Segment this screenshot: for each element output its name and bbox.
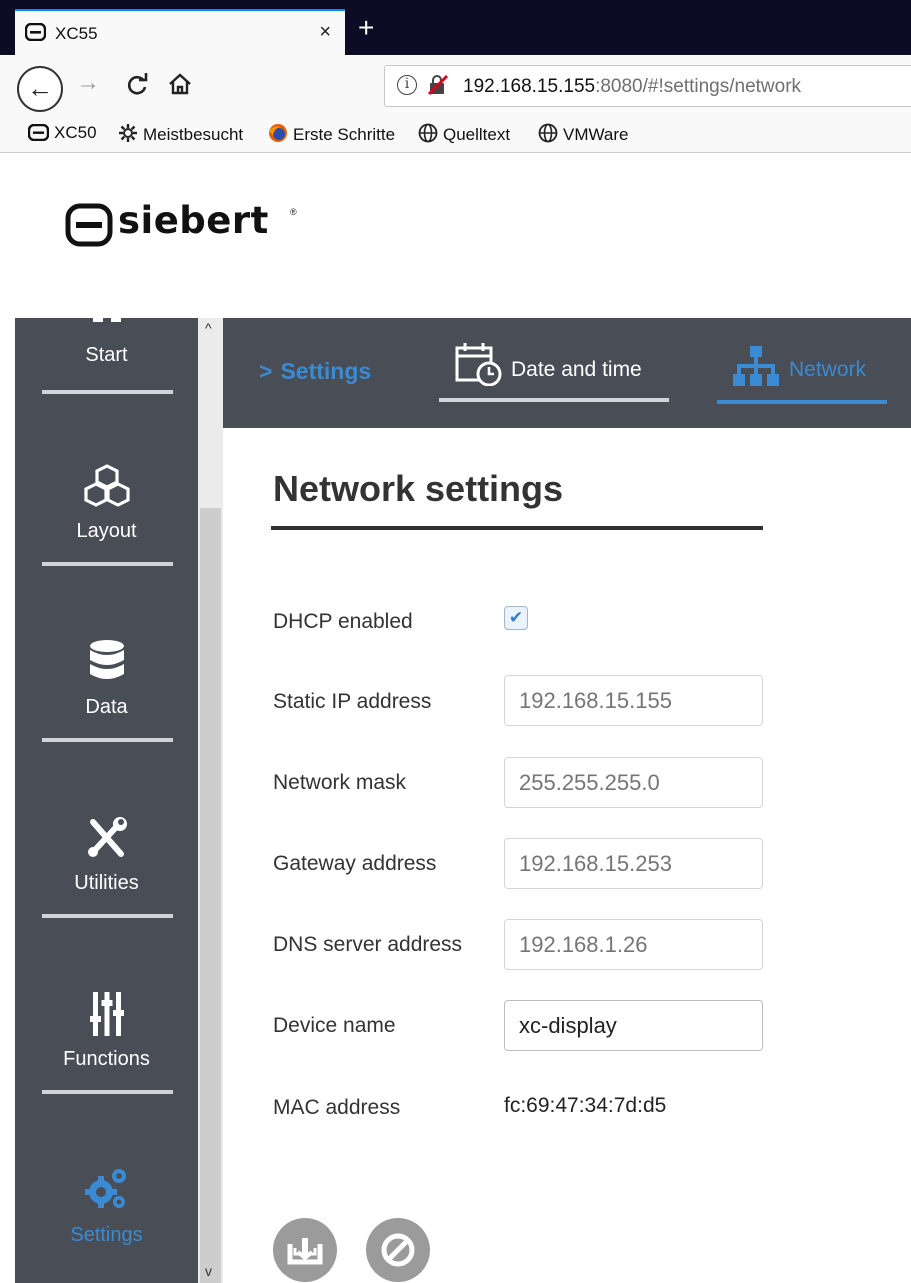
sidebar: Start Layout Data Utilities Functions Se… — [15, 318, 198, 1283]
sidebar-item-utilities[interactable]: Utilities — [15, 804, 198, 980]
tab-title: XC55 — [55, 24, 98, 43]
new-tab-button[interactable]: + — [358, 14, 374, 42]
logo-text: siebert — [118, 199, 269, 242]
tab-label: Date and time — [511, 358, 642, 381]
siebert-logo-icon — [65, 203, 113, 247]
bookmark-erste-schritte[interactable]: Erste Schritte — [268, 123, 395, 145]
siebert-favicon-icon — [25, 23, 46, 41]
sidebar-item-label: Utilities — [74, 872, 139, 894]
chevron-right-icon: > — [259, 358, 273, 384]
sidebar-item-label: Start — [85, 344, 128, 366]
browser-tab[interactable]: XC55 × — [15, 9, 345, 55]
back-button[interactable]: ← — [17, 66, 63, 112]
sidebar-item-settings[interactable]: Settings — [15, 1156, 198, 1283]
siebert-logo[interactable]: siebert ® — [65, 199, 297, 252]
breadcrumb-settings[interactable]: > Settings — [259, 358, 371, 385]
scroll-up-arrow[interactable]: ^ — [205, 320, 212, 336]
sidebar-item-label: Data — [85, 696, 128, 718]
page-title: Network settings — [273, 468, 564, 509]
mac-address-label: MAC address — [273, 1096, 401, 1119]
device-name-field[interactable] — [504, 1000, 763, 1051]
network-mask-field[interactable] — [504, 757, 763, 808]
bookmark-label: Quelltext — [443, 125, 511, 144]
sidebar-item-label: Layout — [76, 520, 137, 542]
sidebar-item-label: Functions — [63, 1048, 150, 1070]
sidebar-divider — [42, 562, 173, 566]
siebert-favicon-icon — [28, 124, 49, 141]
title-underline — [271, 526, 763, 530]
bookmark-label: Meistbesucht — [143, 125, 244, 144]
scroll-down-arrow[interactable]: v — [205, 1263, 212, 1279]
tools-icon — [88, 817, 127, 857]
sidebar-item-data[interactable]: Data — [15, 628, 198, 804]
dhcp-label: DHCP enabled — [273, 610, 413, 633]
gears-icon — [85, 1169, 126, 1208]
bookmark-label: Erste Schritte — [293, 125, 396, 144]
info-icon[interactable]: i — [397, 75, 417, 95]
tab-label: Network — [789, 358, 867, 381]
mac-address-value: fc:69:47:34:7d:d5 — [504, 1094, 667, 1117]
save-icon — [287, 1238, 323, 1265]
tab-date-and-time[interactable]: Date and time — [439, 342, 669, 422]
ban-icon — [381, 1233, 415, 1267]
sidebar-divider — [42, 390, 173, 394]
sidebar-divider — [42, 914, 173, 918]
static-ip-field[interactable] — [504, 675, 763, 726]
breadcrumb-label: Settings — [280, 358, 372, 384]
sidebar-scrollbar[interactable]: ^ v — [198, 318, 223, 1283]
reload-icon[interactable] — [125, 73, 149, 97]
browser-tab-bar: XC55 × + — [0, 0, 911, 55]
bookmark-label: VMWare — [563, 125, 629, 144]
bookmark-quelltext[interactable]: Quelltext — [418, 123, 510, 145]
gear-icon — [119, 124, 137, 142]
bookmarks-bar: XC50 Meistbesucht Erste Schritte Quellte… — [0, 117, 911, 153]
cancel-button[interactable] — [366, 1218, 430, 1282]
sliders-icon — [90, 992, 124, 1036]
globe-icon — [418, 123, 438, 143]
network-settings-panel: Network settings DHCP enabled ✔ Static I… — [223, 428, 911, 1283]
settings-top-nav: > Settings Date and time Network — [223, 318, 911, 428]
page-header: siebert ® — [15, 153, 911, 318]
save-button[interactable] — [273, 1218, 337, 1282]
bookmark-meistbesucht[interactable]: Meistbesucht — [118, 123, 243, 145]
sidebar-item-start[interactable]: Start — [15, 318, 198, 406]
bookmark-label: XC50 — [54, 123, 97, 142]
tab-close-button[interactable]: × — [319, 21, 331, 44]
network-mask-label: Network mask — [273, 771, 407, 794]
tab-underline-active — [717, 400, 887, 404]
tab-underline — [439, 398, 669, 402]
sidebar-divider — [42, 738, 173, 742]
sidebar-item-functions[interactable]: Functions — [15, 980, 198, 1156]
dhcp-checkbox[interactable]: ✔ — [504, 606, 528, 630]
sidebar-divider — [42, 1090, 173, 1094]
url-host: 192.168.15.155 — [463, 76, 596, 97]
scrollbar-thumb[interactable] — [200, 508, 221, 1283]
bookmark-xc50[interactable]: XC50 — [28, 123, 97, 143]
forward-button[interactable]: → — [76, 69, 100, 97]
home-icon[interactable] — [168, 72, 192, 96]
sidebar-item-label: Settings — [70, 1224, 143, 1246]
device-name-label: Device name — [273, 1014, 396, 1037]
tab-network[interactable]: Network — [717, 342, 887, 422]
network-icon — [733, 346, 779, 386]
insecure-lock-icon[interactable] — [427, 74, 449, 96]
url-text[interactable]: 192.168.15.155:8080/#!settings/network — [463, 76, 801, 98]
url-bar[interactable]: i 192.168.15.155:8080/#!settings/network — [384, 65, 911, 107]
bookmark-vmware[interactable]: VMWare — [538, 123, 629, 145]
url-path: :8080/#!settings/network — [595, 76, 802, 97]
globe-icon — [538, 123, 558, 143]
browser-nav-bar: ← → i 192.168.15.155:8080/#!settings/net… — [0, 55, 911, 117]
gateway-label: Gateway address — [273, 852, 437, 875]
web-page: siebert ® Start Layout Data Utilities Fu… — [15, 153, 911, 1283]
dns-field[interactable] — [504, 919, 763, 970]
dns-label: DNS server address — [273, 933, 463, 956]
cubes-icon — [84, 464, 130, 507]
database-icon — [90, 640, 124, 679]
calendar-clock-icon — [455, 343, 502, 386]
firefox-icon — [269, 124, 287, 142]
logo-registered-mark: ® — [290, 207, 297, 217]
static-ip-label: Static IP address — [273, 690, 432, 713]
gateway-field[interactable] — [504, 838, 763, 889]
sidebar-item-layout[interactable]: Layout — [15, 452, 198, 628]
